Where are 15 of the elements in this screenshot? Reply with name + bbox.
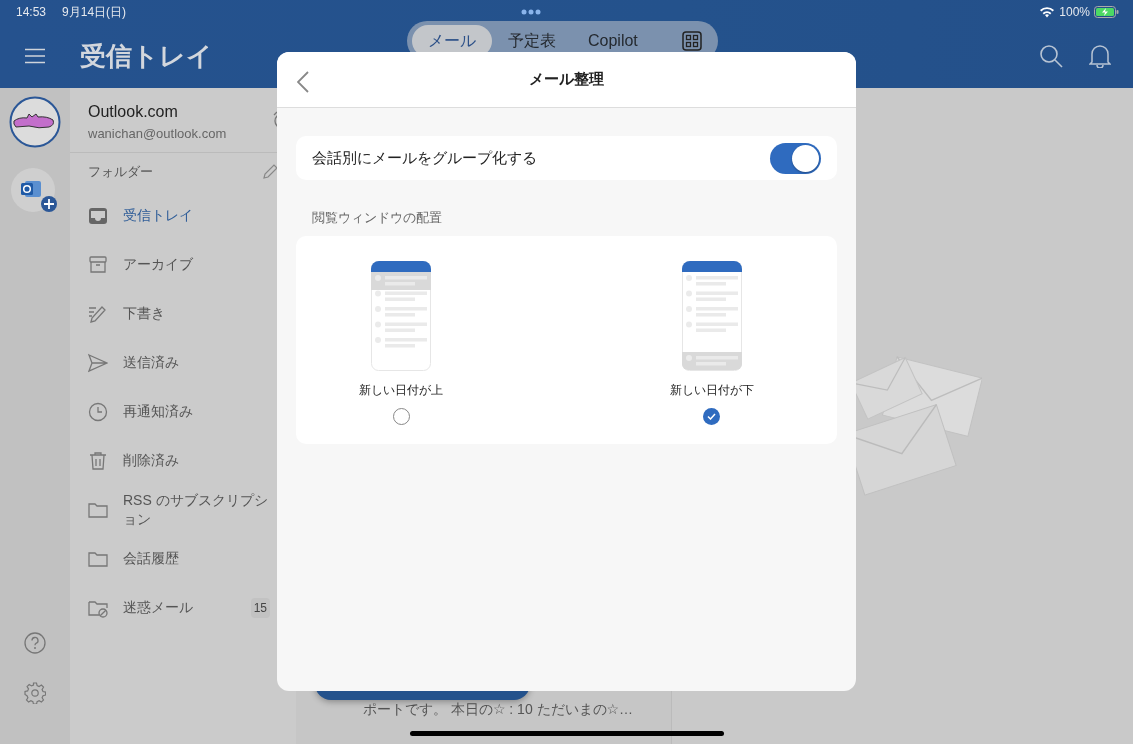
account-email: wanichan@outlook.com [88,125,227,143]
option-label: 新しい日付が上 [359,381,444,399]
status-time: 14:53 [16,4,47,21]
account-name: Outlook.com [88,102,179,122]
unread-count: 15 [250,597,270,618]
sheet-title: メール整理 [529,69,604,90]
page-title: 受信トレイ [80,39,213,73]
status-date: 9月14日(日) [62,4,127,21]
folders-heading: フォルダー [88,163,153,182]
folder-label: 迷惑メール [123,598,193,617]
setting-label: 会話別にメールをグループ化する [312,147,537,168]
option-label: 新しい日付が下 [669,381,754,399]
section-heading: 閲覧ウィンドウの配置 [311,209,443,227]
battery-percent: 100% [1059,4,1090,21]
message-snippet: ポートです。 本日の☆ : 10 ただいまの☆… [363,701,635,718]
